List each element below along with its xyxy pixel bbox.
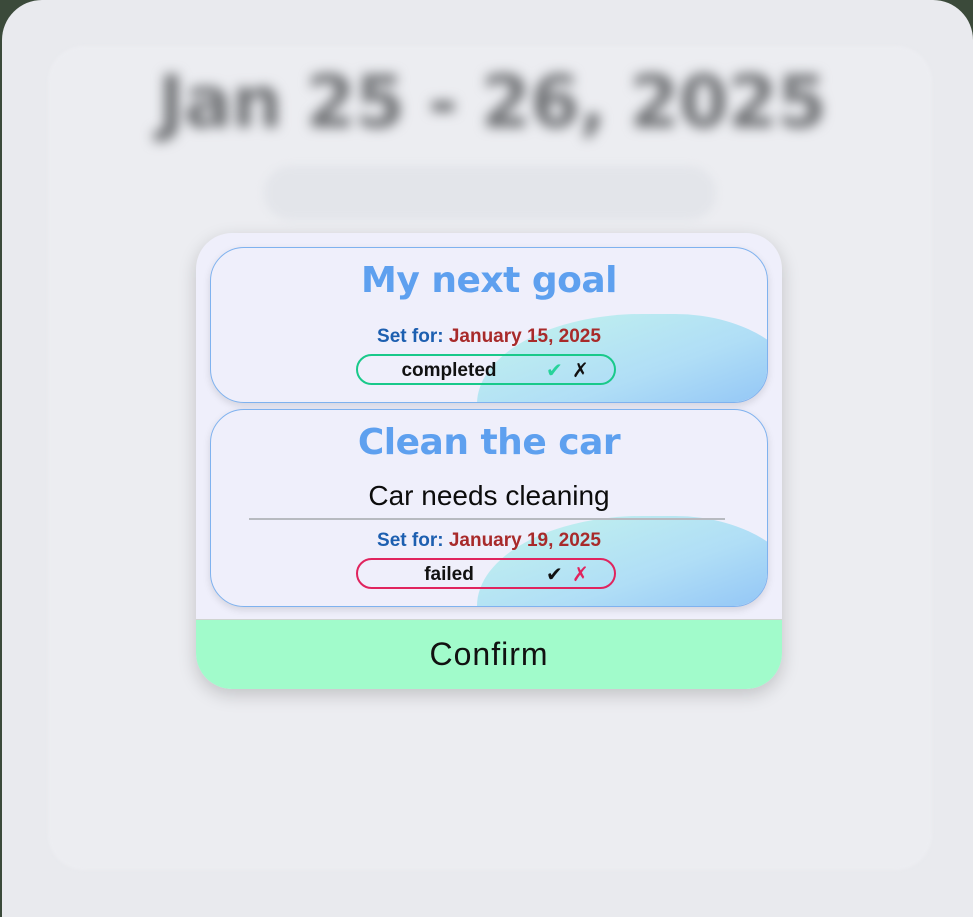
cross-icon[interactable]: ✗: [572, 358, 589, 382]
set-for-label: Set for:: [377, 530, 444, 551]
goal-date: January 19, 2025: [448, 530, 601, 551]
goal-date-line: Set for: January 19, 2025: [211, 530, 767, 552]
cross-icon[interactable]: ✗: [572, 562, 589, 586]
status-pill: failed ✔ ✗: [356, 558, 616, 589]
goal-date-line: Set for: January 15, 2025: [211, 326, 767, 348]
background-date-title: Jan 25 - 26, 2025: [158, 60, 827, 144]
goal-card: Clean the car Car needs cleaning Set for…: [210, 409, 768, 607]
goal-date: January 15, 2025: [448, 326, 601, 347]
goal-card: My next goal Set for: January 15, 2025 c…: [210, 247, 768, 403]
background-tab-bar: [264, 166, 716, 220]
check-icon[interactable]: ✔: [546, 562, 563, 586]
status-text: failed: [424, 564, 474, 585]
goal-review-modal: My next goal Set for: January 15, 2025 c…: [196, 233, 782, 689]
confirm-button[interactable]: Confirm: [196, 619, 782, 689]
goal-description: Car needs cleaning: [368, 480, 610, 511]
check-icon[interactable]: ✔: [546, 358, 563, 382]
description-underline: [249, 518, 725, 520]
set-for-label: Set for:: [377, 326, 444, 347]
status-pill: completed ✔ ✗: [356, 354, 616, 385]
goal-title: Clean the car: [357, 422, 621, 463]
goal-title: My next goal: [361, 260, 617, 301]
status-text: completed: [401, 360, 497, 381]
